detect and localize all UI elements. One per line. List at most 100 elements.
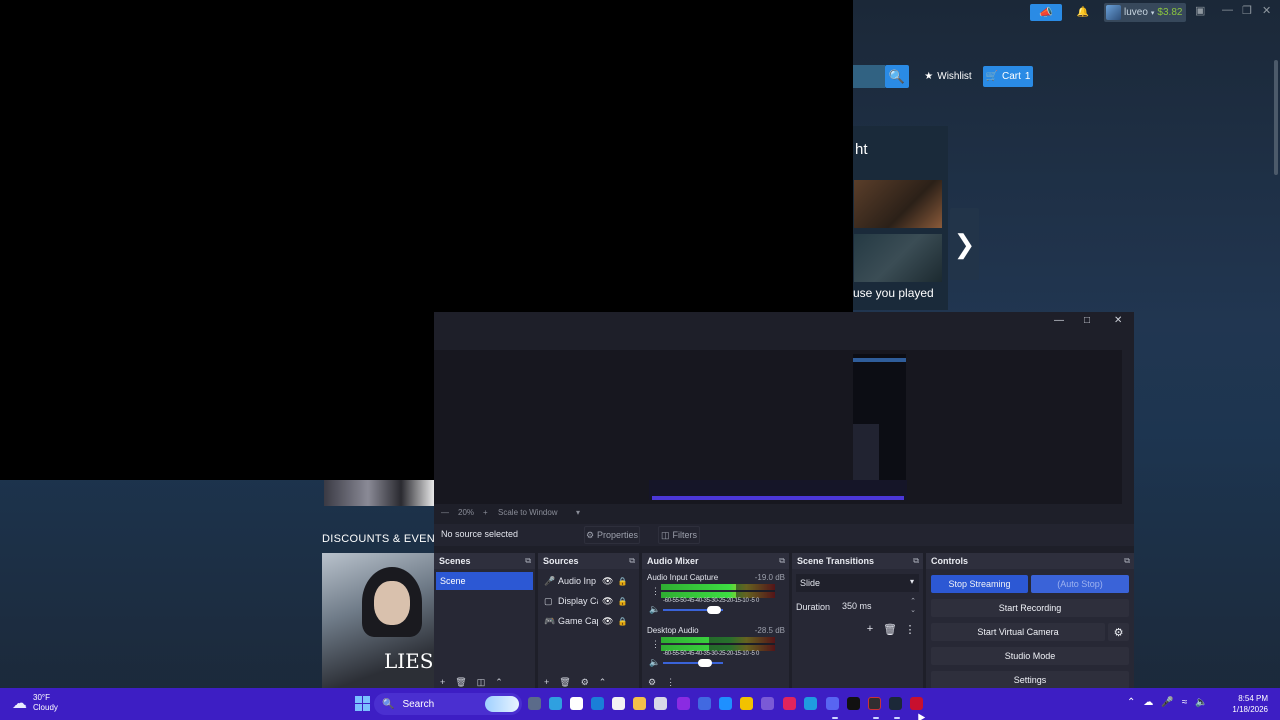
spinner-icon[interactable]: ⌃ ⌄ (910, 597, 916, 615)
steam-icon[interactable] (889, 697, 902, 710)
transition-select[interactable]: Slide ▾ (796, 574, 919, 592)
app-icon[interactable] (677, 697, 690, 710)
app-icon[interactable] (761, 697, 774, 710)
game-poster[interactable]: LIES (322, 553, 434, 688)
screenshot-thumbnail[interactable] (854, 180, 942, 228)
preview-canvas[interactable] (853, 354, 906, 499)
kebab-icon[interactable]: ⋮ (651, 639, 660, 650)
maximize-icon[interactable]: ❐ (1242, 4, 1252, 17)
app-icon[interactable] (740, 697, 753, 710)
clock[interactable]: 8:54 PM 1/18/2026 (1222, 693, 1268, 715)
lock-icon[interactable]: 🔒 (617, 617, 627, 626)
mixer-dock-title: Audio Mixer (647, 556, 699, 566)
app-icon[interactable] (804, 697, 817, 710)
folder-icon[interactable] (633, 697, 646, 710)
minimize-icon[interactable]: — (1054, 315, 1064, 326)
app-icon[interactable] (698, 697, 711, 710)
notifications-button[interactable]: 🔔 (1074, 4, 1092, 21)
filters-button[interactable]: ◫ Filters (658, 526, 700, 544)
add-transition-button[interactable]: + (863, 622, 877, 636)
wishlist-button[interactable]: ★ Wishlist (922, 66, 974, 87)
big-picture-icon[interactable]: ▣ (1195, 4, 1205, 17)
scene-transitions-dock: Scene Transitions ⧉ Slide ▾ Duration 350 … (792, 553, 923, 689)
source-name: Game Cap (558, 616, 598, 626)
zoom-in-icon[interactable]: + (483, 508, 488, 517)
store-icon[interactable] (570, 697, 583, 710)
app-icon[interactable] (847, 697, 860, 710)
eye-icon[interactable]: 👁 (602, 616, 613, 627)
store-search-input[interactable] (853, 65, 885, 88)
speaker-icon[interactable]: 🔈 (649, 657, 660, 668)
start-virtual-camera-button[interactable]: Start Virtual Camera (931, 623, 1105, 641)
kebab-icon[interactable]: ⋮ (651, 586, 660, 597)
speaker-icon[interactable]: 🔈 (649, 604, 660, 615)
eye-icon[interactable]: 👁 (602, 596, 613, 607)
zoom-out-icon[interactable]: — (441, 508, 449, 517)
scene-list-item[interactable]: Scene (436, 572, 533, 590)
start-recording-button[interactable]: Start Recording (931, 599, 1129, 617)
maximize-icon[interactable]: □ (1084, 315, 1090, 326)
stop-streaming-button[interactable]: Stop Streaming (931, 575, 1028, 593)
undock-icon[interactable]: ⧉ (629, 556, 635, 566)
source-item[interactable]: ▢ Display Ca 👁 🔒 (544, 592, 636, 610)
cart-label: Cart (1001, 71, 1021, 82)
obs-titlebar: — □ ✕ (853, 312, 1134, 330)
cart-button[interactable]: 🛒 Cart 1 (983, 66, 1033, 87)
minimize-icon[interactable]: — (1222, 4, 1233, 16)
wifi-icon[interactable]: ≈ (1182, 697, 1188, 708)
store-search-button[interactable]: 🔍 (885, 65, 909, 88)
studio-mode-button[interactable]: Studio Mode (931, 647, 1129, 665)
featured-recommendation-card[interactable]: ht use you played (853, 126, 948, 310)
account-menu[interactable]: luveo ▾ $3.82 (1104, 3, 1186, 22)
chevron-down-icon: ▾ (909, 577, 914, 586)
source-item[interactable]: 🎤 Audio Inp 👁 🔒 (544, 572, 636, 590)
settings-button[interactable]: Settings (931, 671, 1129, 689)
capcut-icon[interactable] (654, 697, 667, 710)
obs-icon[interactable] (868, 697, 881, 710)
kebab-icon[interactable]: ⋮ (903, 622, 917, 636)
lock-icon[interactable]: 🔒 (617, 577, 627, 586)
tiktok-icon[interactable] (783, 697, 796, 710)
lock-icon[interactable]: 🔒 (617, 597, 627, 606)
taskbar-search[interactable]: 🔍 Search (374, 693, 522, 715)
carousel-next-button[interactable]: ❯ (950, 208, 979, 280)
scrollbar[interactable] (1274, 60, 1278, 175)
notepad-icon[interactable] (612, 697, 625, 710)
undock-icon[interactable]: ⧉ (525, 556, 531, 566)
date: 1/18/2026 (1232, 705, 1268, 714)
properties-button[interactable]: ⚙ Properties (584, 526, 640, 544)
app-icon[interactable] (910, 697, 923, 710)
copilot-icon[interactable] (549, 697, 562, 710)
scale-mode[interactable]: Scale to Window (498, 508, 558, 517)
edge-icon[interactable] (591, 697, 604, 710)
close-icon[interactable]: ✕ (1262, 4, 1271, 17)
microphone-icon[interactable]: 🎤 (1161, 697, 1173, 708)
volume-slider[interactable] (663, 662, 723, 664)
undock-icon[interactable]: ⧉ (779, 556, 785, 566)
weather-widget[interactable]: ☁ 30°F Cloudy (12, 693, 58, 713)
volume-slider-handle[interactable] (698, 659, 712, 667)
close-icon[interactable]: ✕ (1114, 315, 1122, 326)
app-icon[interactable] (719, 697, 732, 710)
game-capsule[interactable] (324, 480, 434, 506)
eye-icon[interactable]: 👁 (602, 576, 613, 587)
task-view-icon[interactable] (528, 697, 541, 710)
chevron-up-icon[interactable]: ⌃ (1127, 697, 1135, 708)
virtual-camera-settings-button[interactable]: ⚙ (1108, 623, 1129, 641)
screenshot-thumbnail[interactable] (854, 234, 942, 282)
discord-icon[interactable] (826, 697, 839, 710)
speaker-icon[interactable]: 🔈 (1195, 697, 1207, 708)
auto-stop-button[interactable]: (Auto Stop) (1031, 575, 1129, 593)
cloud-icon[interactable]: ☁ (1143, 697, 1153, 708)
preview-canvas[interactable] (649, 480, 907, 500)
running-indicator (832, 717, 838, 719)
start-button[interactable] (355, 696, 371, 712)
undock-icon[interactable]: ⧉ (1124, 556, 1130, 566)
source-item[interactable]: 🎮 Game Cap 👁 🔒 (544, 612, 636, 630)
duration-field[interactable]: 350 ms ⌃ ⌄ (838, 597, 916, 615)
chevron-down-icon[interactable]: ▾ (576, 508, 580, 517)
announcements-button[interactable]: 📣 (1030, 4, 1062, 21)
trash-icon[interactable]: 🗑 (883, 622, 897, 636)
volume-slider-handle[interactable] (707, 606, 721, 614)
undock-icon[interactable]: ⧉ (913, 556, 919, 566)
